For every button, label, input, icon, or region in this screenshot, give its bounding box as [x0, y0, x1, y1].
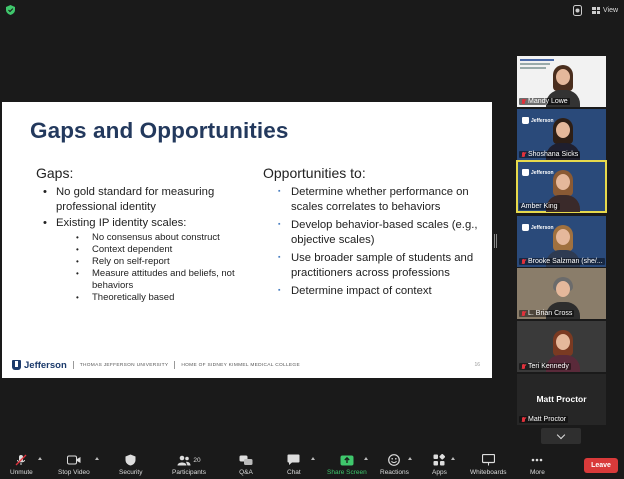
more-dots-icon	[531, 454, 543, 466]
participants-count: 20	[193, 456, 201, 464]
security-button[interactable]: Security	[119, 454, 142, 476]
mic-muted-icon	[521, 98, 526, 105]
top-bar: View	[0, 0, 624, 20]
reactions-smiley-icon	[388, 454, 401, 466]
participants-icon: 20	[177, 454, 201, 466]
share-screen-icon	[340, 454, 354, 466]
shield-icon	[125, 454, 136, 466]
chat-bubble-icon	[287, 454, 300, 466]
gap-item: Existing IP identity scales: No consensu…	[36, 216, 246, 304]
audio-options-caret-icon[interactable]	[38, 457, 42, 460]
participant-name-tag: Teri Kennedy	[519, 363, 571, 370]
participants-button[interactable]: 20 Participants	[172, 454, 206, 476]
reactions-button[interactable]: Reactions	[380, 454, 409, 476]
gap-subitem: Measure attitudes and beliefs, not behav…	[56, 268, 246, 292]
video-camera-icon	[66, 454, 81, 466]
unmute-button[interactable]: Unmute	[10, 454, 33, 476]
footer-college: HOME OF SIDNEY KIMMEL MEDICAL COLLEGE	[181, 362, 300, 368]
apps-options-caret-icon[interactable]	[451, 457, 455, 460]
mic-muted-icon	[521, 363, 526, 370]
qa-icon	[239, 454, 253, 466]
jefferson-logo-icon	[12, 360, 21, 370]
whiteboard-icon	[481, 454, 495, 466]
meeting-toolbar: Unmute Stop Video Security 20 Participan…	[0, 448, 624, 479]
opportunity-item: Determine impact of context	[263, 284, 478, 299]
slide-title: Gaps and Opportunities	[30, 118, 289, 143]
gap-subitem: Rely on self-report	[56, 256, 246, 268]
mic-muted-icon	[15, 454, 27, 466]
gap-subitem: Context dependent	[56, 244, 246, 256]
mic-muted-icon	[521, 258, 526, 265]
share-options-caret-icon[interactable]	[364, 457, 368, 460]
mic-muted-icon	[521, 151, 526, 158]
qa-button[interactable]: Q&A	[239, 454, 253, 476]
video-options-caret-icon[interactable]	[95, 457, 99, 460]
participant-tile[interactable]: Jefferson Brooke Salzman (she/...	[517, 216, 606, 267]
reactions-options-caret-icon[interactable]	[408, 457, 412, 460]
footer-divider	[72, 361, 74, 369]
participant-name-tag: Amber King	[519, 203, 560, 210]
participant-display-name: Matt Proctor	[536, 394, 587, 404]
view-grid-icon	[592, 6, 600, 14]
participant-name-tag: Shoshana Sicks	[519, 151, 581, 158]
chat-options-caret-icon[interactable]	[311, 457, 315, 460]
participant-name-tag: Mandy Lowe	[519, 98, 570, 105]
participants-scroll-down-button[interactable]	[541, 428, 581, 444]
participant-tile[interactable]: Mandy Lowe	[517, 56, 606, 107]
panel-resize-handle[interactable]	[494, 234, 497, 248]
mic-muted-icon	[521, 416, 526, 423]
gap-subitem: No consensus about construct	[56, 232, 246, 244]
whiteboards-button[interactable]: Whiteboards	[470, 454, 507, 476]
chat-button[interactable]: Chat	[287, 454, 301, 476]
participant-name-tag: L. Brian Cross	[519, 310, 575, 317]
share-screen-button[interactable]: Share Screen	[327, 454, 367, 476]
gaps-column: Gaps: No gold standard for measuring pro…	[36, 165, 246, 306]
opportunities-column: Opportunities to: Determine whether perf…	[263, 165, 478, 303]
jefferson-logo: Jefferson	[12, 360, 67, 371]
view-button[interactable]: View	[592, 4, 618, 16]
apps-button[interactable]: Apps	[432, 454, 447, 476]
opportunity-item: Use broader sample of students and pract…	[263, 251, 478, 280]
apps-icon	[433, 454, 446, 466]
gap-item: No gold standard for measuring professio…	[36, 185, 246, 214]
participant-tile[interactable]: L. Brian Cross	[517, 268, 606, 319]
footer-divider	[174, 361, 176, 369]
gaps-heading: Gaps:	[36, 165, 74, 181]
slide-footer: Jefferson THOMAS JEFFERSON UNIVERSITY HO…	[12, 358, 482, 372]
gap-subitem: Theoretically based	[56, 292, 246, 304]
leave-button[interactable]: Leave	[584, 458, 618, 473]
opportunities-heading: Opportunities to:	[263, 165, 366, 181]
participant-name-tag: Matt Proctor	[519, 416, 569, 423]
footer-university: THOMAS JEFFERSON UNIVERSITY	[79, 362, 169, 368]
jefferson-logo-icon: Jefferson	[522, 117, 554, 124]
opportunity-item: Determine whether performance on scales …	[263, 185, 478, 214]
chevron-down-icon	[556, 430, 566, 439]
encryption-shield-icon[interactable]	[6, 5, 15, 15]
more-button[interactable]: More	[530, 454, 545, 476]
participant-tile-active-speaker[interactable]: Jefferson Amber King	[516, 160, 607, 213]
opportunity-item: Develop behavior-based scales (e.g., obj…	[263, 218, 478, 247]
view-label: View	[603, 6, 619, 14]
shared-slide: Gaps and Opportunities Gaps: No gold sta…	[2, 102, 492, 378]
stop-video-button[interactable]: Stop Video	[58, 454, 90, 476]
recording-icon[interactable]	[571, 4, 583, 16]
mic-muted-icon	[521, 310, 526, 317]
jefferson-logo-icon: Jefferson	[522, 169, 554, 176]
participant-tile[interactable]: Teri Kennedy	[517, 321, 606, 372]
slide-page-number: 16	[474, 362, 480, 368]
participant-tile[interactable]: Jefferson Shoshana Sicks	[517, 109, 606, 160]
participant-name-tag: Brooke Salzman (she/...	[519, 258, 605, 265]
participant-tile-video-off[interactable]: Matt Proctor Matt Proctor	[517, 374, 606, 425]
jefferson-logo-icon: Jefferson	[522, 224, 554, 231]
